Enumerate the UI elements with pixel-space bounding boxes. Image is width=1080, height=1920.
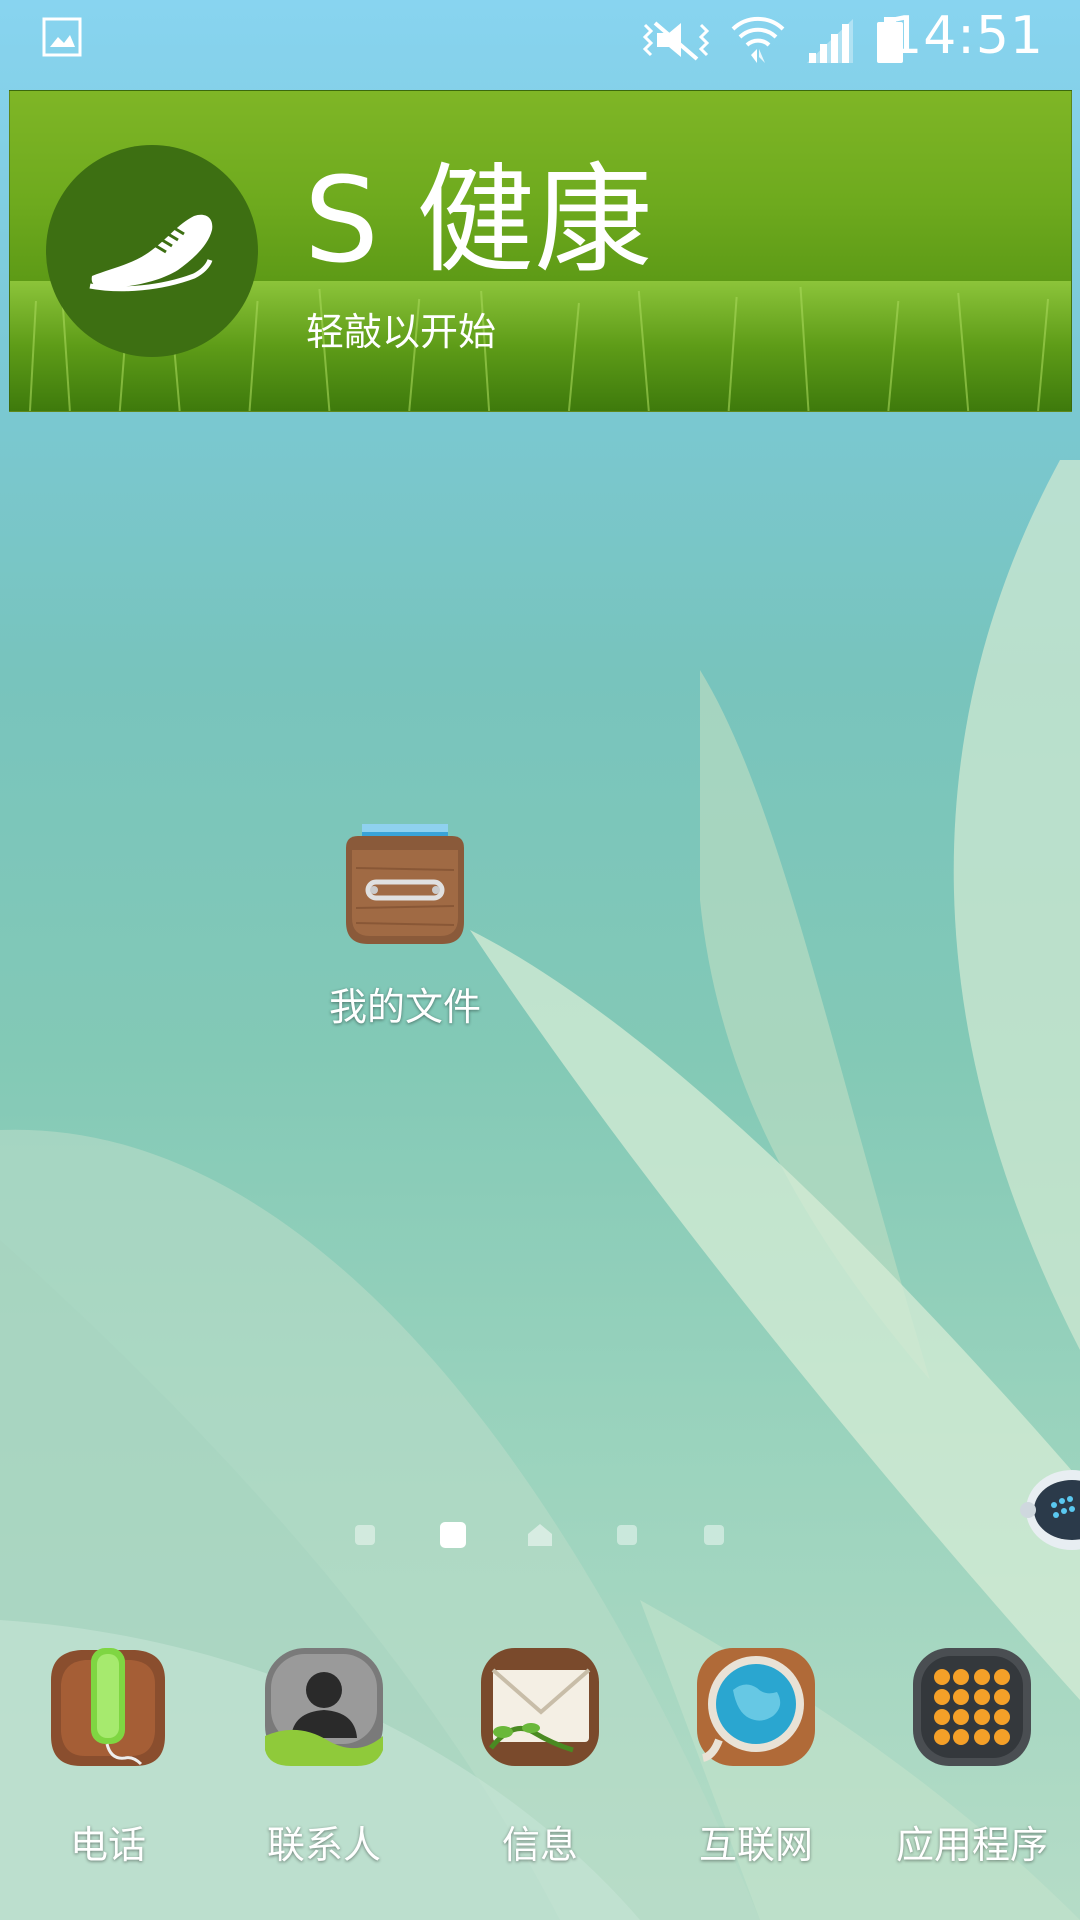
app-label: 我的文件 xyxy=(328,985,481,1029)
page-indicators xyxy=(0,1515,1080,1555)
widget-subtitle: 轻敲以开始 xyxy=(306,310,497,354)
contacts-icon xyxy=(257,1640,391,1774)
wifi-icon xyxy=(731,15,785,65)
app-label: 应用程序 xyxy=(895,1823,1048,1867)
widget-title: S 健康 xyxy=(304,151,653,289)
s-health-widget[interactable]: S 健康 轻敲以开始 xyxy=(9,90,1072,412)
status-bar: 14:51 xyxy=(0,0,1080,80)
page-dot-4[interactable] xyxy=(617,1525,637,1545)
dock-app-messages[interactable]: 信息 xyxy=(432,1640,648,1869)
page-dot-2-active[interactable] xyxy=(440,1522,466,1548)
page-dot-5[interactable] xyxy=(704,1525,724,1545)
signal-icon xyxy=(805,17,855,63)
dock-app-phone[interactable]: 电话 xyxy=(0,1640,216,1869)
app-label: 互联网 xyxy=(698,1823,813,1867)
dock-app-internet[interactable]: 互联网 xyxy=(648,1640,864,1869)
status-icons xyxy=(641,10,905,70)
dock-app-apps[interactable]: 应用程序 xyxy=(864,1640,1080,1869)
app-label: 信息 xyxy=(501,1823,578,1867)
phone-icon xyxy=(41,1640,175,1774)
robot-assistant-icon[interactable] xyxy=(1020,1465,1080,1565)
shoe-icon-circle xyxy=(46,145,258,357)
apps-icon xyxy=(905,1640,1039,1774)
app-label: 联系人 xyxy=(266,1823,381,1867)
page-dot-1[interactable] xyxy=(355,1525,375,1545)
my-files-icon xyxy=(338,818,472,952)
shoe-icon xyxy=(82,194,222,308)
app-my-files[interactable]: 我的文件 xyxy=(300,818,510,1031)
home-page-indicator-icon[interactable] xyxy=(527,1522,553,1548)
clock: 14:51 xyxy=(889,6,1044,66)
dock-app-contacts[interactable]: 联系人 xyxy=(216,1640,432,1869)
gallery-notification-icon xyxy=(42,17,82,57)
messages-icon xyxy=(473,1640,607,1774)
vibrate-mute-icon xyxy=(641,17,711,63)
dock: 电话 联系人 信息 互联网 应用程序 xyxy=(0,1640,1080,1870)
internet-icon xyxy=(689,1640,823,1774)
app-label: 电话 xyxy=(69,1823,146,1867)
